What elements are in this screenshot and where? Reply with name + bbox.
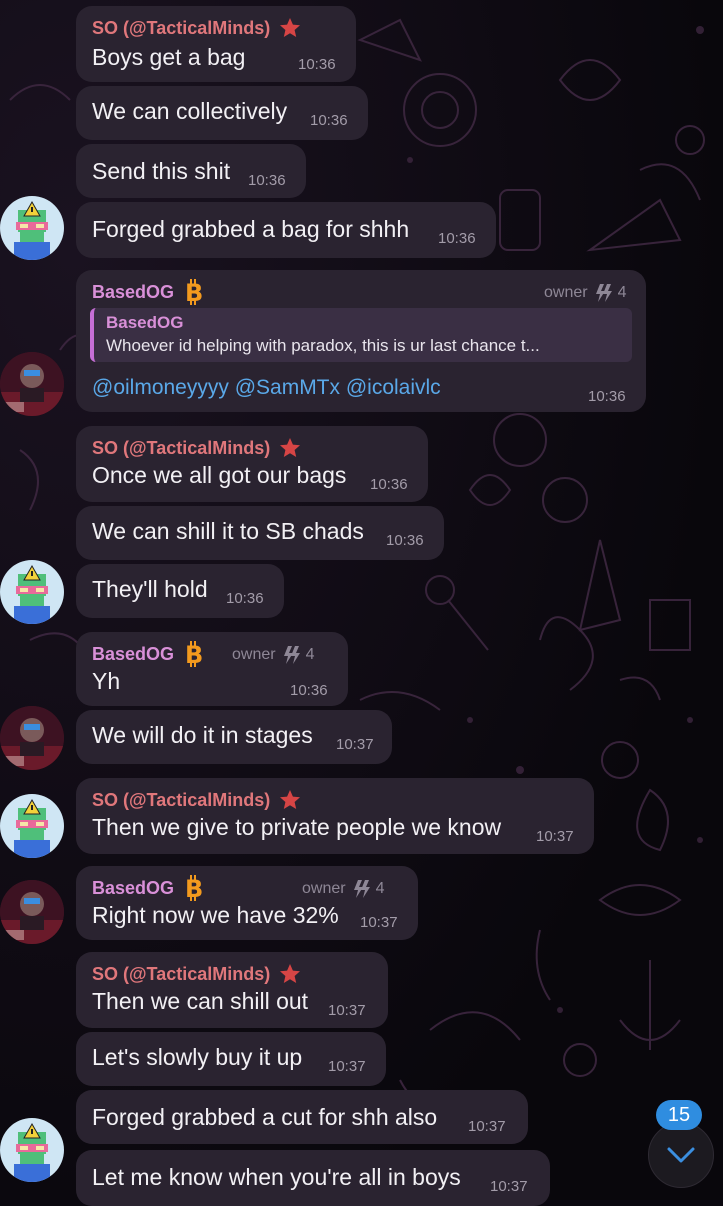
message-bubble[interactable]: SO (@TacticalMinds) Boys get a bag 10:36 — [76, 6, 356, 82]
reply-quote[interactable]: BasedOG Whoever id helping with paradox,… — [90, 308, 632, 362]
role-label: owner — [232, 646, 276, 663]
sender-name[interactable]: SO (@TacticalMinds) — [92, 964, 270, 985]
sender-name[interactable]: SO (@TacticalMinds) — [92, 438, 270, 459]
message-time: 10:37 — [468, 1118, 506, 1135]
message-text: Then we give to private people we know — [92, 814, 502, 840]
bitcoin-icon: B — [185, 279, 203, 305]
level-count: 4 — [305, 646, 315, 663]
avatar[interactable] — [0, 196, 64, 260]
avatar[interactable] — [0, 352, 64, 416]
message-time: 10:36 — [438, 230, 476, 247]
message-bubble[interactable]: Forged grabbed a bag for shhh 10:36 — [76, 202, 496, 258]
sender-name[interactable]: BasedOG — [92, 878, 174, 899]
message-bubble[interactable]: We will do it in stages 10:37 — [76, 710, 392, 764]
message-time: 10:37 — [536, 828, 574, 845]
role-label: owner — [302, 880, 346, 897]
red-star-icon — [280, 438, 301, 457]
avatar[interactable] — [0, 706, 64, 770]
avatar[interactable] — [0, 560, 64, 624]
role-label: owner — [544, 284, 588, 301]
message-text: They'll hold — [92, 576, 208, 602]
red-star-icon — [280, 18, 301, 37]
message-time: 10:36 — [248, 172, 286, 189]
message-bubble[interactable]: BasedOG B owner 4 Yh 10:36 — [76, 632, 348, 706]
reply-sender: BasedOG — [106, 313, 184, 332]
lightning-level-icon — [353, 880, 370, 898]
message-text: Yh — [92, 668, 121, 694]
sender-name[interactable]: SO (@TacticalMinds) — [92, 790, 270, 811]
message-text: Let's slowly buy it up — [92, 1044, 303, 1070]
chevron-down-icon — [667, 1147, 695, 1163]
message-bubble[interactable]: Send this shit 10:36 — [76, 144, 306, 198]
bitcoin-icon: B — [185, 641, 203, 667]
message-time: 10:37 — [360, 914, 398, 931]
mention-links[interactable]: @oilmoneyyyy @SamMTx @icolaivlc — [92, 376, 441, 400]
message-text: Send this shit — [92, 158, 231, 184]
message-text: We will do it in stages — [92, 722, 313, 748]
message-bubble[interactable]: SO (@TacticalMinds) Then we can shill ou… — [76, 952, 388, 1028]
message-bubble[interactable]: Let's slowly buy it up 10:37 — [76, 1032, 386, 1086]
bitcoin-icon: B — [185, 875, 203, 901]
message-text: Boys get a bag — [92, 44, 246, 70]
message-time: 10:37 — [336, 736, 374, 753]
message-list[interactable]: SO (@TacticalMinds) Boys get a bag 10:36… — [0, 0, 723, 1206]
message-text: Let me know when you're all in boys — [92, 1164, 461, 1190]
message-bubble[interactable]: Forged grabbed a cut for shh also 10:37 — [76, 1090, 528, 1144]
message-time: 10:36 — [386, 532, 424, 549]
message-bubble[interactable]: SO (@TacticalMinds) Once we all got our … — [76, 426, 428, 502]
member-role: owner 4 — [232, 644, 314, 666]
message-text: We can collectively — [92, 98, 288, 124]
message-text: Right now we have 32% — [92, 902, 339, 928]
sender-name[interactable]: BasedOG — [92, 644, 174, 665]
avatar[interactable] — [0, 794, 64, 858]
message-time: 10:36 — [298, 56, 336, 73]
message-time: 10:37 — [328, 1058, 366, 1075]
message-text: Once we all got our bags — [92, 462, 347, 488]
lightning-level-icon — [595, 284, 612, 302]
message-time: 10:36 — [226, 590, 264, 607]
message-time: 10:37 — [490, 1178, 528, 1195]
avatar[interactable] — [0, 880, 64, 944]
message-bubble[interactable]: BasedOG B owner 4 Right now we have 32% … — [76, 866, 418, 940]
sender-name[interactable]: SO (@TacticalMinds) — [92, 18, 270, 39]
message-bubble[interactable]: BasedOG B owner 4 BasedOG Whoever id hel… — [76, 270, 646, 412]
message-time: 10:37 — [328, 1002, 366, 1019]
message-bubble[interactable]: Let me know when you're all in boys 10:3… — [76, 1150, 550, 1206]
message-bubble[interactable]: SO (@TacticalMinds) Then we give to priv… — [76, 778, 594, 854]
reply-text: Whoever id helping with paradox, this is… — [106, 336, 540, 355]
message-time: 10:36 — [310, 112, 348, 129]
message-text: Forged grabbed a cut for shh also — [92, 1104, 438, 1130]
message-text: Forged grabbed a bag for shhh — [92, 216, 410, 242]
member-role: owner 4 — [302, 878, 384, 900]
message-text: We can shill it to SB chads — [92, 518, 364, 544]
message-bubble[interactable]: We can collectively 10:36 — [76, 86, 368, 140]
message-bubble[interactable]: They'll hold 10:36 — [76, 564, 284, 618]
sender-name[interactable]: BasedOG — [92, 282, 174, 303]
message-time: 10:36 — [588, 388, 626, 405]
unread-count-badge[interactable]: 15 — [656, 1100, 702, 1130]
avatar[interactable] — [0, 1118, 64, 1182]
message-bubble[interactable]: We can shill it to SB chads 10:36 — [76, 506, 444, 560]
message-time: 10:36 — [370, 476, 408, 493]
message-time: 10:36 — [290, 682, 328, 699]
scroll-to-bottom-button[interactable] — [648, 1122, 714, 1188]
message-text: Then we can shill out — [92, 988, 309, 1014]
red-star-icon — [280, 790, 301, 809]
level-count: 4 — [617, 284, 627, 301]
red-star-icon — [280, 964, 301, 983]
level-count: 4 — [375, 880, 385, 897]
lightning-level-icon — [283, 646, 300, 664]
member-role: owner 4 — [544, 282, 626, 304]
